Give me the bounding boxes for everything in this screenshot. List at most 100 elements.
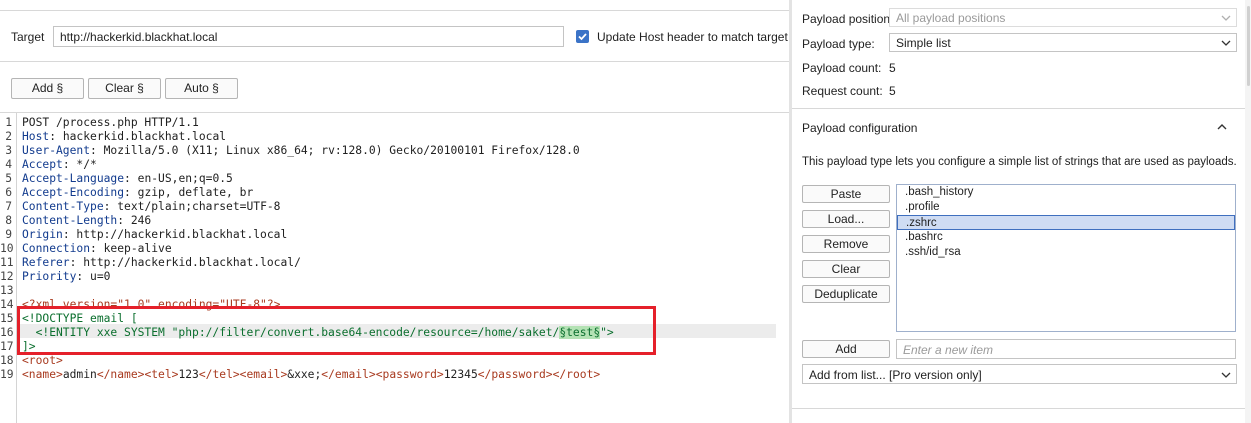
clear-button[interactable]: Clear [802,260,890,278]
header-value: 246 [124,214,152,227]
payload-list[interactable]: .bash_history .profile .zshrc .bashrc .s… [896,184,1236,332]
scrollbar-thumb[interactable] [1247,6,1250,86]
payload-list-item[interactable]: .bashrc [897,230,1235,245]
line-number: 8 [5,214,12,227]
clear-marker-button[interactable]: Clear § [88,78,161,99]
header-value: keep-alive [96,242,172,255]
line-number: 3 [5,144,12,157]
deduplicate-button[interactable]: Deduplicate [802,285,890,303]
header-name: Priority [22,270,77,283]
header-name: Accept [22,158,63,171]
header-name: User-Agent [22,144,91,157]
divider-top [0,10,789,11]
payload-list-item[interactable]: .profile [897,200,1235,215]
header-line: Accept-Encoding: gzip, deflate, br [22,186,254,199]
xml-value: admin [62,368,97,381]
header-line: Origin: http://hackerkid.blackhat.local [22,228,288,241]
header-value: hackerkid.blackhat.local [56,130,227,143]
line-number: 17 [0,340,14,353]
line-number: 16 [0,326,14,339]
header-name: Content-Type [22,200,104,213]
payload-count-label: Payload count: [802,61,882,75]
target-label: Target [11,30,45,44]
chevron-down-icon [1221,372,1231,378]
payload-position-value: All payload positions [896,11,1006,25]
header-value: u=0 [83,270,111,283]
payloads-panel: Payload position: All payload positions … [792,0,1251,423]
root-open: <root> [22,354,63,367]
xml-tag: </name> [96,368,145,381]
add-from-list-select[interactable]: Add from list... [Pro version only] [802,364,1237,384]
header-name: Origin [22,228,63,241]
highlight-annotation-box [17,306,656,355]
xml-tag: <name> [22,368,63,381]
payload-type-select[interactable]: Simple list [889,33,1237,52]
header-line: Connection: keep-alive [22,242,172,255]
payload-type-value: Simple list [896,36,951,50]
header-name: Content-Length [22,214,118,227]
target-url-input[interactable]: http://hackerkid.blackhat.local [53,26,564,47]
line-number: 7 [5,200,12,213]
update-host-checkbox[interactable] [576,30,589,43]
header-line: Priority: u=0 [22,270,111,283]
line-number: 14 [0,298,14,311]
payload-list-item[interactable]: .bash_history [897,185,1235,200]
add-marker-button[interactable]: Add § [11,78,84,99]
chevron-down-icon [1221,40,1231,46]
line-number: 5 [5,172,12,185]
xml-tag: </email> [321,368,376,381]
header-line: Accept-Language: en-US,en;q=0.5 [22,172,233,185]
line-number: 13 [0,284,14,297]
xml-value: 123 [178,368,199,381]
line-number: 19 [0,368,14,381]
header-value: */* [69,158,97,171]
payload-type-label: Payload type: [802,37,875,51]
chevron-down-icon [1221,15,1231,21]
header-value: Mozilla/5.0 (X11; Linux x86_64; rv:128.0… [96,144,580,157]
header-name: Connection [22,242,91,255]
line-number: 4 [5,158,12,171]
payload-position-select[interactable]: All payload positions [889,8,1237,27]
payload-list-item[interactable]: .ssh/id_rsa [897,245,1235,260]
header-name: Accept-Encoding [22,186,125,199]
line-number: 11 [0,256,14,269]
payload-list-item-selected[interactable]: .zshrc [897,215,1235,230]
section-divider-bottom [792,408,1245,409]
new-item-input[interactable]: Enter a new item [896,339,1236,359]
header-name: Host [22,130,50,143]
header-name: Accept-Language [22,172,125,185]
line-number: 6 [5,186,12,199]
add-item-button[interactable]: Add [802,340,890,358]
update-host-label: Update Host header to match target [597,30,788,44]
xml-tag: </tel> [198,368,240,381]
line-number: 15 [0,312,14,325]
paste-button[interactable]: Paste [802,185,890,203]
request-count-value: 5 [889,84,896,98]
xml-tag: <tel> [144,368,179,381]
payload-configuration-title: Payload configuration [802,121,918,135]
load-button[interactable]: Load... [802,210,890,228]
header-line: Content-Type: text/plain;charset=UTF-8 [22,200,281,213]
line-number: 12 [0,270,14,283]
header-line: Content-Length: 246 [22,214,152,227]
line-number: 1 [5,116,12,129]
header-value: en-US,en;q=0.5 [130,172,233,185]
request-line: POST /process.php HTTP/1.1 [22,116,199,129]
add-from-list-value: Add from list... [Pro version only] [809,368,982,382]
request-count-label: Request count: [802,84,883,98]
xml-tag: </password> [477,368,553,381]
chevron-up-icon[interactable] [1216,122,1228,132]
xml-body-line: <name>admin</name><tel>123</tel><email>&… [22,368,600,382]
line-number: 2 [5,130,12,143]
xml-tag: </root> [552,368,601,381]
line-number: 18 [0,354,14,367]
request-editor[interactable]: 1 2 3 4 5 6 7 8 9 10 11 12 13 14 15 16 1… [0,113,789,423]
remove-button[interactable]: Remove [802,235,890,253]
auto-marker-button[interactable]: Auto § [165,78,238,99]
check-icon [578,33,587,41]
header-value: gzip, deflate, br [130,186,254,199]
payload-configuration-description: This payload type lets you configure a s… [802,156,1237,168]
payload-count-value: 5 [889,61,896,75]
xml-value: 12345 [443,368,478,381]
header-value: http://hackerkid.blackhat.local/ [76,256,301,269]
